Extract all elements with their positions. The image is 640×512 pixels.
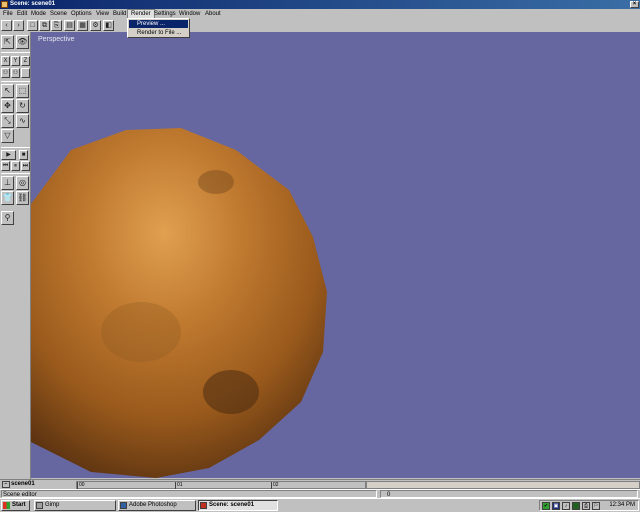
divider: [1, 52, 30, 53]
monitor-icon[interactable]: ■: [572, 502, 580, 510]
start-label: Start: [12, 502, 26, 508]
axis-x-button[interactable]: X: [1, 56, 10, 66]
menu-mode[interactable]: Mode: [28, 9, 49, 19]
divider: [1, 81, 30, 82]
pause-icon[interactable]: ⏸: [11, 161, 20, 171]
bones-icon[interactable]: ⊥: [1, 176, 14, 190]
task-button-scene[interactable]: Scene: scene01: [198, 500, 278, 511]
ruler-tick: 02: [271, 482, 279, 489]
key-icon[interactable]: ⚲: [1, 211, 14, 225]
display-icon[interactable]: ▣: [552, 502, 560, 510]
collapse-icon[interactable]: −: [2, 481, 10, 488]
planet-sphere[interactable]: [31, 32, 640, 478]
timeline-ruler[interactable]: 00 01 02: [76, 481, 366, 489]
windows-logo-icon: [3, 502, 10, 509]
timeline-scrollbar[interactable]: [366, 481, 640, 489]
app-icon: [200, 502, 207, 509]
scene-tree-item[interactable]: − scene01: [1, 480, 35, 489]
viewport-label: Perspective: [38, 36, 75, 43]
divider: [1, 173, 30, 174]
rig-icon[interactable]: ⚇: [11, 68, 20, 78]
blank-button[interactable]: [21, 68, 30, 78]
axis-y-button[interactable]: Y: [11, 56, 20, 66]
divider: [1, 147, 30, 148]
menu-item-preview[interactable]: Preview ...: [129, 20, 188, 28]
rewind-icon[interactable]: ⏮: [1, 161, 10, 171]
gimp-icon: [36, 502, 43, 509]
curve-icon[interactable]: ∿: [16, 114, 29, 128]
forward-icon[interactable]: ›: [13, 20, 24, 31]
menu-bar: File Edit Mode Scene Options View Build …: [0, 9, 640, 19]
document-icon[interactable]: ▤: [64, 20, 75, 31]
printer-icon[interactable]: ⎙: [582, 502, 590, 510]
select-icon[interactable]: ↖: [1, 84, 14, 98]
axis-z-button[interactable]: Z: [21, 56, 30, 66]
app-icon: [1, 1, 8, 8]
task-label: Adobe Photoshop: [129, 502, 177, 508]
menu-item-render-to-file[interactable]: Render to File ...: [129, 29, 188, 37]
main-toolbar: ‹ › □ ⧉ ⎘ ▤ ▦ ⚙ ◧: [0, 19, 128, 32]
status-bar: Scene editor 0: [0, 489, 640, 498]
menu-about[interactable]: About: [202, 9, 224, 19]
ruler-tick: 00: [77, 482, 85, 489]
back-icon[interactable]: ‹: [1, 20, 12, 31]
start-button[interactable]: Start: [1, 500, 30, 511]
clock[interactable]: 12:34 PM: [609, 501, 635, 510]
sphere-icon[interactable]: ◎: [16, 176, 29, 190]
new-icon[interactable]: □: [27, 20, 38, 31]
grid-icon[interactable]: ▦: [77, 20, 88, 31]
rotate-icon[interactable]: ↻: [16, 99, 29, 113]
status-text: Scene editor: [1, 490, 377, 498]
security-icon[interactable]: ⚐: [592, 502, 600, 510]
move-icon[interactable]: ✥: [1, 99, 14, 113]
system-tray: ✔ ▣ ♪ ■ ⎙ ⚐ 12:34 PM: [539, 500, 639, 511]
arrow-tool-icon[interactable]: ⇱: [1, 35, 14, 49]
network-icon[interactable]: ✔: [542, 502, 550, 510]
rig-icon[interactable]: ⚇: [1, 68, 10, 78]
window-title-bar[interactable]: Scene: scene01 ×: [0, 0, 640, 9]
cone-icon[interactable]: ▽: [1, 129, 14, 143]
color-icon[interactable]: ◧: [103, 20, 114, 31]
photoshop-icon: [120, 502, 127, 509]
copy-icon[interactable]: ⧉: [39, 20, 50, 31]
window-title: Scene: scene01: [10, 1, 56, 7]
scene-name: scene01: [11, 481, 35, 487]
task-label: Gimp: [45, 502, 60, 508]
ruler-tick: 01: [175, 482, 183, 489]
volume-icon[interactable]: ♪: [562, 502, 570, 510]
menu-scene[interactable]: Scene: [47, 9, 70, 19]
marquee-icon[interactable]: ⬚: [16, 84, 29, 98]
task-button-gimp[interactable]: Gimp: [34, 500, 116, 511]
fast-forward-icon[interactable]: ⏭: [21, 161, 30, 171]
task-label: Scene: scene01: [209, 502, 255, 508]
link-icon[interactable]: ⛓: [16, 191, 29, 205]
scale-icon[interactable]: ⤡: [1, 114, 14, 128]
taskbar: Start Gimp Adobe Photoshop Scene: scene0…: [0, 498, 640, 512]
timeline-bar: − scene01 00 01 02: [0, 479, 640, 489]
settings-icon[interactable]: ⚙: [90, 20, 101, 31]
menu-options[interactable]: Options: [68, 9, 95, 19]
play-icon[interactable]: ▶: [1, 150, 16, 160]
tool-palette: ⇱ 👁 X Y Z ⚇ ⚇ ↖ ⬚ ✥ ↻ ⤡ ∿ ▽ ▶ ■ ⏮ ⏸ ⏭ ⊥ …: [0, 32, 31, 480]
eye-icon[interactable]: 👁: [16, 35, 29, 49]
perspective-viewport[interactable]: Perspective: [31, 32, 640, 478]
status-value: 0: [380, 490, 638, 498]
paste-icon[interactable]: ⎘: [51, 20, 62, 31]
task-button-photoshop[interactable]: Adobe Photoshop: [118, 500, 196, 511]
stop-icon[interactable]: ■: [19, 150, 28, 160]
close-icon[interactable]: ×: [630, 1, 639, 8]
shirt-icon[interactable]: 👕: [1, 191, 14, 205]
render-dropdown-menu: Preview ... Render to File ...: [127, 18, 190, 38]
